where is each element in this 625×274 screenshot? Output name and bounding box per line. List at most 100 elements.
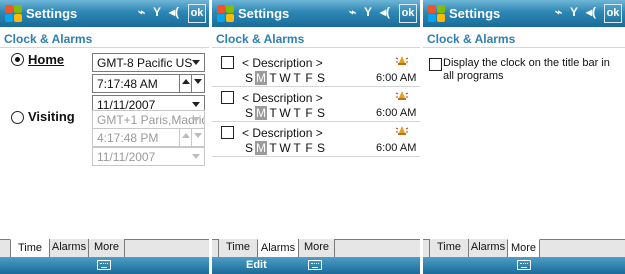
visiting-time-field[interactable]: 4:17:48 PM bbox=[92, 128, 205, 147]
alarm-3-time[interactable]: 6:00 AM bbox=[376, 142, 416, 154]
alarm-day[interactable]: F bbox=[303, 106, 315, 120]
alarms-screen: Settings ⌁ Y ◂( ok Clock & Alarms < Desc… bbox=[212, 0, 420, 274]
time-down-button[interactable] bbox=[191, 75, 204, 92]
display-clock-checkbox[interactable] bbox=[429, 58, 442, 71]
alarm-day[interactable]: S bbox=[315, 71, 327, 85]
tab-more[interactable]: More bbox=[507, 239, 540, 258]
alarm-day[interactable]: S bbox=[315, 106, 327, 120]
alarm-day[interactable]: W bbox=[279, 106, 291, 120]
keyboard-icon[interactable] bbox=[517, 260, 531, 270]
title-bar: Settings ⌁ Y ◂( ok bbox=[212, 0, 420, 27]
alarm-3-description[interactable]: < Description > bbox=[242, 126, 323, 140]
chevron-down-icon bbox=[192, 154, 200, 159]
alarm-day[interactable]: W bbox=[279, 71, 291, 85]
edit-softkey[interactable]: Edit bbox=[246, 259, 267, 271]
arrow-down-icon bbox=[194, 79, 202, 84]
alarm-1-description[interactable]: < Description > bbox=[242, 56, 323, 70]
chevron-down-icon bbox=[192, 117, 200, 122]
alarm-3-checkbox[interactable] bbox=[221, 126, 234, 139]
alarm-day[interactable]: T bbox=[267, 71, 279, 85]
section-title: Clock & Alarms bbox=[423, 27, 625, 48]
home-time-field[interactable]: 7:17:48 AM bbox=[92, 74, 205, 93]
alarm-day[interactable]: S bbox=[243, 141, 255, 155]
tab-bar: Time Alarms More bbox=[0, 239, 209, 258]
signal-icon[interactable]: ⌁ bbox=[555, 5, 562, 19]
alarm-day[interactable]: W bbox=[279, 141, 291, 155]
menu-bar bbox=[0, 257, 209, 274]
signal-icon[interactable]: ⌁ bbox=[138, 5, 145, 19]
visiting-date-value: 11/11/2007 bbox=[97, 150, 156, 164]
tab-time[interactable]: Time bbox=[10, 239, 50, 258]
alarm-day-selected[interactable]: M bbox=[255, 71, 267, 85]
display-clock-label: Display the clock on the title bar in al… bbox=[443, 57, 610, 82]
ok-button[interactable]: ok bbox=[604, 4, 622, 23]
alarm-2-checkbox[interactable] bbox=[221, 91, 234, 104]
row-divider bbox=[212, 121, 420, 122]
ok-button[interactable]: ok bbox=[188, 4, 206, 23]
alarm-day[interactable]: S bbox=[243, 71, 255, 85]
alarm-day[interactable]: T bbox=[267, 106, 279, 120]
tab-bar: Time Alarms More bbox=[212, 239, 420, 258]
start-menu-icon[interactable] bbox=[4, 4, 23, 23]
volume-icon[interactable]: ◂( bbox=[169, 5, 179, 19]
home-timezone-value: GMT-8 Pacific US bbox=[97, 56, 193, 70]
alarm-day[interactable]: T bbox=[291, 71, 303, 85]
tab-more[interactable]: More bbox=[88, 239, 125, 258]
start-menu-icon[interactable] bbox=[427, 4, 446, 23]
alarm-bell-icon[interactable] bbox=[395, 55, 409, 67]
home-time-value: 7:17:48 AM bbox=[97, 77, 158, 91]
alarm-2-time[interactable]: 6:00 AM bbox=[376, 107, 416, 119]
tab-time[interactable]: Time bbox=[218, 239, 258, 258]
alarm-1-time[interactable]: 6:00 AM bbox=[376, 72, 416, 84]
antenna-icon[interactable]: Y bbox=[364, 5, 372, 19]
alarm-day-selected[interactable]: M bbox=[255, 106, 267, 120]
menu-bar bbox=[423, 257, 625, 274]
alarm-day[interactable]: F bbox=[303, 71, 315, 85]
menu-bar: Edit bbox=[212, 257, 420, 274]
alarm-2-description[interactable]: < Description > bbox=[242, 91, 323, 105]
alarm-day[interactable]: T bbox=[267, 141, 279, 155]
visiting-timezone-select[interactable]: GMT+1 Paris,Madrid bbox=[92, 110, 205, 129]
home-radio[interactable] bbox=[11, 53, 24, 66]
visiting-date-field[interactable]: 11/11/2007 bbox=[92, 147, 205, 166]
alarm-bell-icon[interactable] bbox=[395, 90, 409, 102]
tab-alarms[interactable]: Alarms bbox=[468, 239, 508, 258]
alarm-day[interactable]: T bbox=[291, 106, 303, 120]
start-menu-icon[interactable] bbox=[216, 4, 235, 23]
tab-alarms[interactable]: Alarms bbox=[257, 239, 299, 258]
alarm-1-checkbox[interactable] bbox=[221, 56, 234, 69]
tab-bar: Time Alarms More bbox=[423, 239, 625, 258]
alarm-day[interactable]: S bbox=[315, 141, 327, 155]
visiting-label: Visiting bbox=[28, 109, 75, 124]
title-bar: Settings ⌁ Y ◂( ok bbox=[0, 0, 209, 27]
antenna-icon[interactable]: Y bbox=[153, 5, 161, 19]
visiting-timezone-value: GMT+1 Paris,Madrid bbox=[97, 113, 205, 127]
alarm-bell-icon[interactable] bbox=[395, 125, 409, 137]
volume-icon[interactable]: ◂( bbox=[586, 5, 596, 19]
row-divider bbox=[212, 86, 420, 87]
window-title: Settings bbox=[238, 6, 290, 21]
arrow-up-icon bbox=[182, 79, 190, 84]
alarm-day[interactable]: F bbox=[303, 141, 315, 155]
tab-time[interactable]: Time bbox=[429, 239, 469, 258]
tab-alarms[interactable]: Alarms bbox=[49, 239, 89, 258]
tab-more[interactable]: More bbox=[298, 239, 335, 258]
alarm-day-selected[interactable]: M bbox=[255, 141, 267, 155]
antenna-icon[interactable]: Y bbox=[570, 5, 578, 19]
signal-icon[interactable]: ⌁ bbox=[349, 5, 356, 19]
keyboard-icon[interactable] bbox=[97, 260, 111, 270]
row-divider bbox=[212, 156, 420, 157]
section-title: Clock & Alarms bbox=[0, 27, 209, 48]
alarm-day[interactable]: T bbox=[291, 141, 303, 155]
window-title: Settings bbox=[449, 6, 501, 21]
section-title: Clock & Alarms bbox=[212, 27, 420, 48]
volume-icon[interactable]: ◂( bbox=[380, 5, 390, 19]
visiting-radio[interactable] bbox=[11, 111, 24, 124]
keyboard-icon[interactable] bbox=[308, 260, 322, 270]
title-bar: Settings ⌁ Y ◂( ok bbox=[423, 0, 625, 27]
window-title: Settings bbox=[26, 6, 78, 21]
alarm-day[interactable]: S bbox=[243, 106, 255, 120]
home-timezone-select[interactable]: GMT-8 Pacific US bbox=[92, 53, 205, 72]
time-down-button[interactable] bbox=[191, 129, 204, 146]
ok-button[interactable]: ok bbox=[399, 4, 417, 23]
